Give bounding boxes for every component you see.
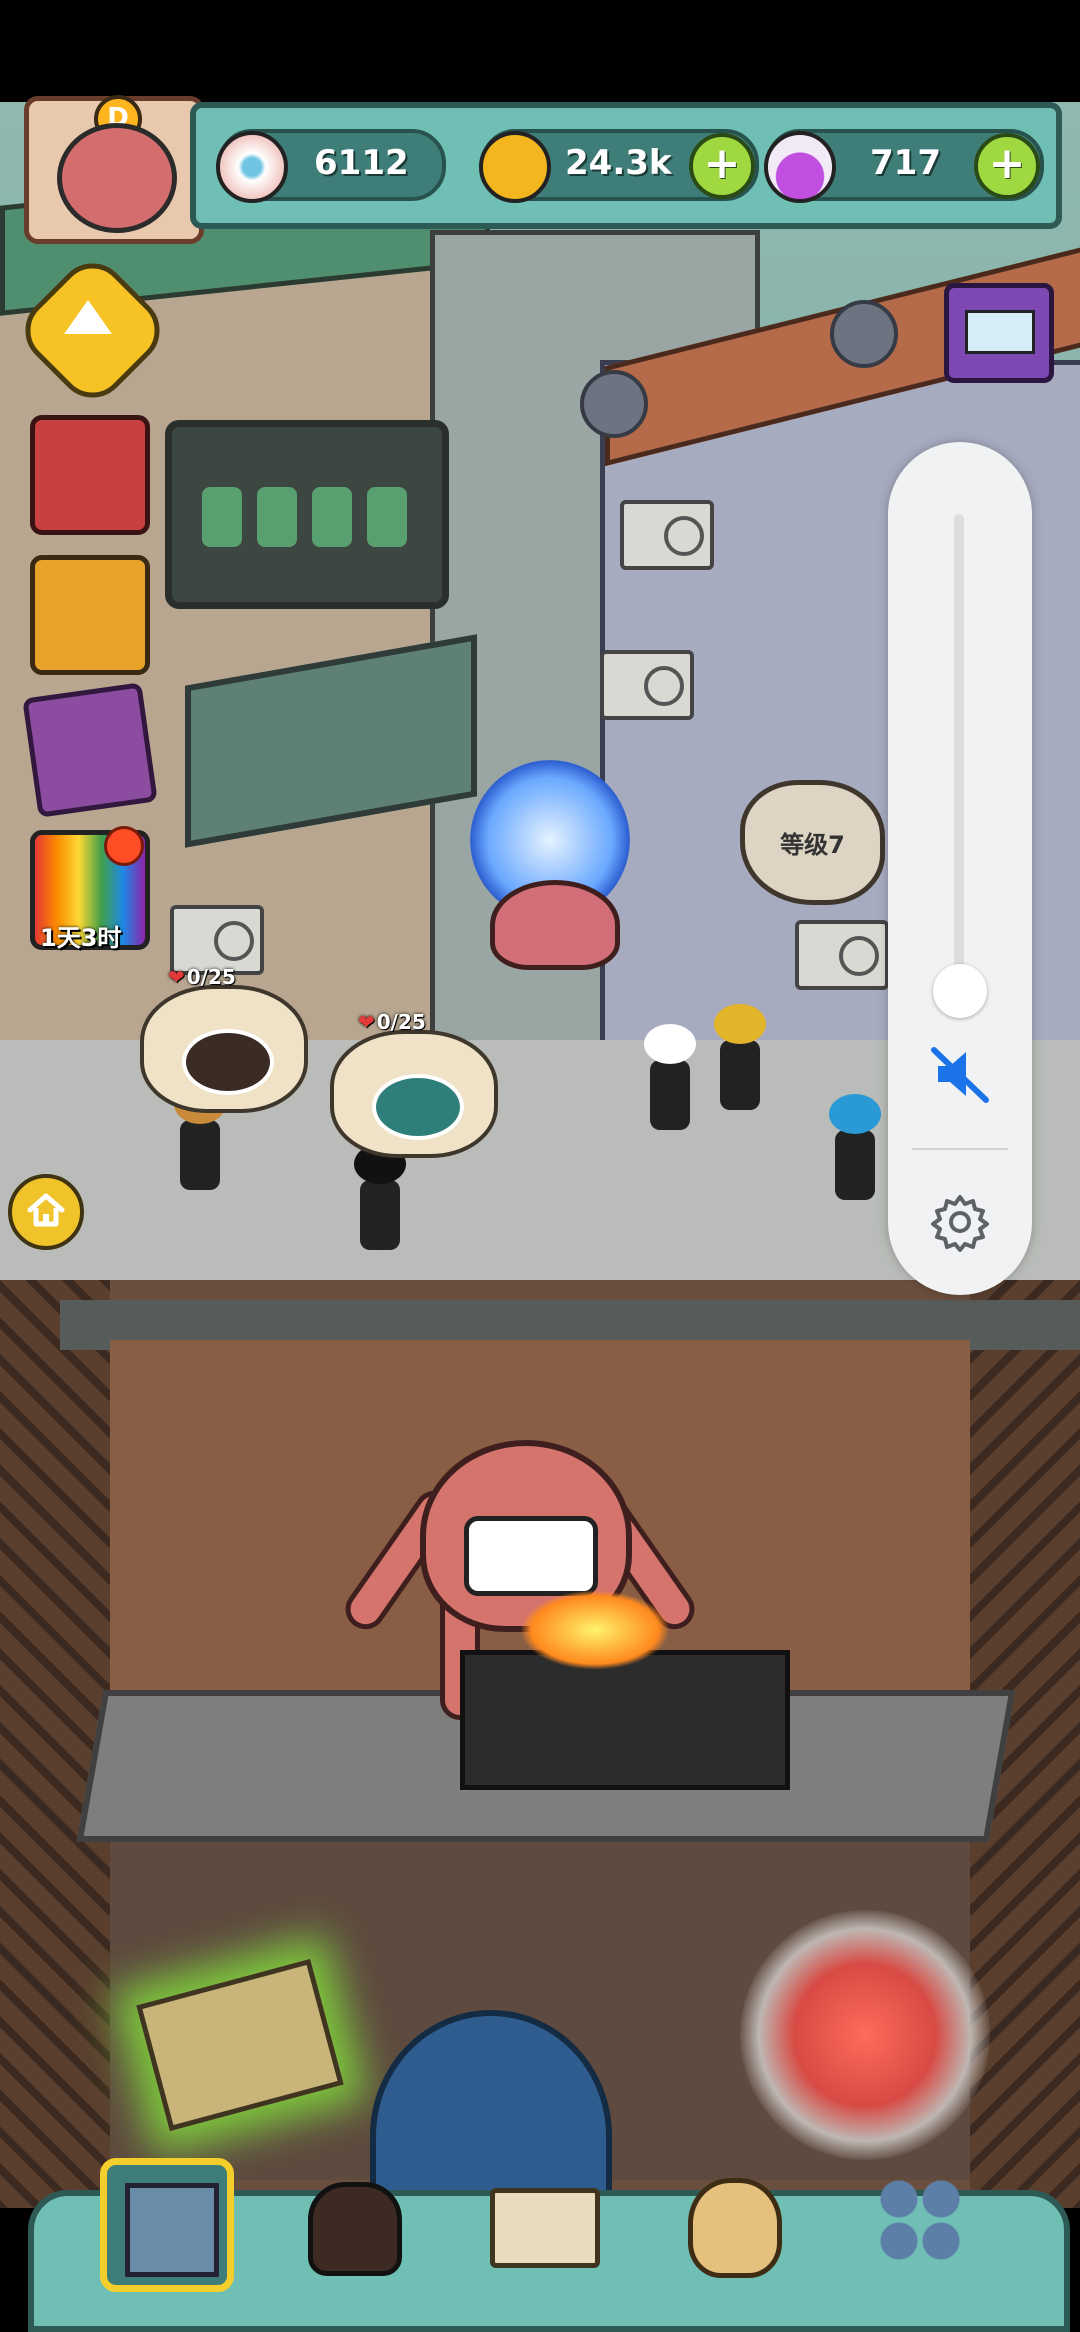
gift-box-icon[interactable]	[30, 415, 150, 535]
octopus-mouth	[464, 1516, 598, 1596]
event-timer: 1天3时	[40, 924, 122, 952]
customer-npc[interactable]	[714, 1004, 766, 1110]
volume-slider-track[interactable]	[954, 514, 964, 1000]
order-heart-count: ❤ 0/25	[358, 1010, 426, 1034]
sign-icon-hand	[312, 487, 352, 547]
customer-npc[interactable]	[354, 1144, 406, 1250]
volume-slider-knob[interactable]	[933, 964, 987, 1018]
air-conditioner	[620, 500, 714, 570]
air-conditioner	[600, 650, 694, 720]
nav-more-button[interactable]	[860, 2158, 980, 2278]
money-bag-icon	[688, 2178, 782, 2278]
kitchen-stove[interactable]	[460, 1650, 790, 1790]
fire-effect	[520, 1590, 670, 1670]
potion-count: 717	[870, 143, 941, 183]
present-icon[interactable]	[30, 555, 150, 675]
potion-counter[interactable]: 717 +	[764, 129, 1044, 203]
monster-icon	[308, 2182, 402, 2276]
heart-icon: ❤	[358, 1010, 375, 1034]
grid-icon	[878, 2178, 962, 2262]
order-bubble[interactable]: ❤ 0/25	[140, 965, 308, 1113]
notification-dot	[104, 826, 144, 866]
mute-icon[interactable]	[928, 1042, 992, 1106]
level-bubble[interactable]: 等级7	[740, 780, 885, 905]
shop-icon	[125, 2183, 219, 2277]
card-pack-icon[interactable]	[22, 682, 158, 818]
food-sign-board	[165, 420, 449, 609]
order-count-text: 0/25	[186, 965, 236, 989]
volume-panel	[888, 442, 1032, 1295]
coin-count: 24.3k	[565, 143, 672, 183]
video-ad-tv-icon[interactable]	[944, 283, 1054, 383]
nav-recipe-book-button[interactable]	[480, 2158, 600, 2278]
coin-icon	[479, 131, 551, 203]
dish-icon	[372, 1074, 464, 1140]
order-bubble[interactable]: ❤ 0/25	[330, 1010, 498, 1158]
nav-shop-button[interactable]	[100, 2158, 234, 2292]
monster-face-icon	[57, 123, 177, 233]
eyeball-icon	[216, 131, 288, 203]
customer-npc[interactable]	[829, 1094, 881, 1200]
round-window	[580, 370, 648, 438]
eyeball-count: 6112	[314, 143, 409, 183]
gear-icon[interactable]	[930, 1192, 990, 1252]
air-conditioner	[795, 920, 889, 990]
eyeball-counter[interactable]: 6112	[216, 129, 446, 203]
red-vortex[interactable]	[740, 1910, 990, 2160]
book-icon	[490, 2188, 600, 2268]
coin-counter[interactable]: 24.3k +	[479, 129, 759, 203]
home-icon	[27, 1193, 65, 1227]
sign-icon-pizza	[202, 487, 242, 547]
resource-bar: 6112 24.3k + 717 +	[190, 102, 1062, 229]
heart-icon: ❤	[168, 965, 185, 989]
nav-money-bag-button[interactable]	[670, 2158, 790, 2278]
add-potions-button[interactable]: +	[974, 133, 1040, 199]
add-coins-button[interactable]: +	[689, 133, 755, 199]
nav-monster-button[interactable]	[290, 2158, 410, 2278]
player-avatar[interactable]: D	[24, 95, 204, 244]
volume-divider	[912, 1148, 1008, 1150]
dish-icon	[182, 1029, 274, 1095]
order-count-text: 0/25	[376, 1010, 426, 1034]
home-button[interactable]	[8, 1174, 84, 1250]
sign-icon-carrot	[257, 487, 297, 547]
potion-icon	[764, 131, 836, 203]
sign-icon-fork	[367, 487, 407, 547]
up-arrow-icon	[64, 300, 112, 334]
level-text: 等级7	[780, 831, 845, 859]
order-heart-count: ❤ 0/25	[168, 965, 236, 989]
chef-npc[interactable]	[644, 1024, 696, 1130]
round-window	[830, 300, 898, 368]
customer-npc[interactable]	[174, 1084, 226, 1190]
octopus-chef-small[interactable]	[490, 880, 620, 970]
